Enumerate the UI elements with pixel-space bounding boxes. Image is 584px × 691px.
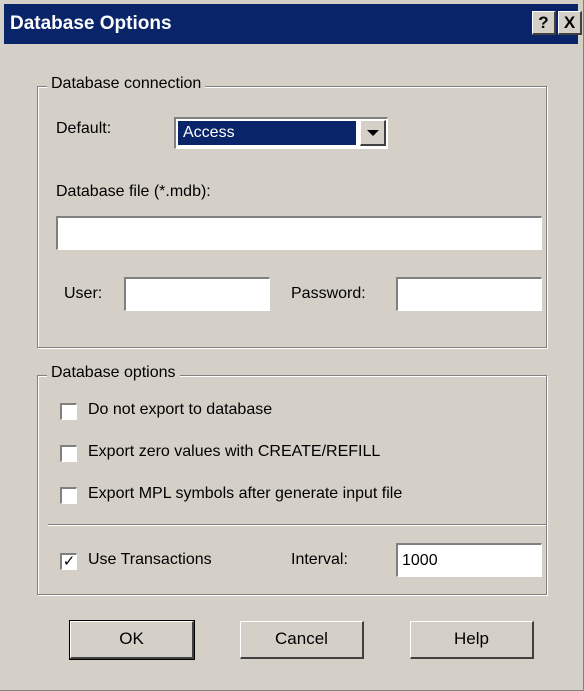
no-export-checkbox[interactable]: [60, 403, 77, 420]
use-transactions-checkbox[interactable]: ✓: [60, 553, 77, 570]
dropdown-button[interactable]: [360, 120, 386, 146]
options-separator: [48, 524, 546, 526]
interval-label: Interval:: [291, 551, 348, 568]
close-icon: X: [563, 13, 576, 32]
default-database-select[interactable]: Access: [174, 117, 388, 149]
mpl-symbols-label[interactable]: Export MPL symbols after generate input …: [88, 485, 402, 503]
zero-values-checkbox[interactable]: [60, 445, 77, 462]
title-bar[interactable]: Database Options ? X: [4, 4, 582, 44]
user-input[interactable]: [124, 277, 270, 311]
no-export-label[interactable]: Do not export to database: [88, 401, 272, 419]
database-options-dialog: Database Options ? X Database connection…: [0, 0, 584, 691]
database-file-input[interactable]: [56, 216, 542, 250]
mpl-symbols-checkbox[interactable]: [60, 487, 77, 504]
zero-values-label[interactable]: Export zero values with CREATE/REFILL: [88, 443, 380, 461]
password-label: Password:: [291, 285, 366, 302]
password-input[interactable]: [396, 277, 542, 311]
checkmark-icon: ✓: [62, 553, 76, 570]
interval-input[interactable]: [396, 543, 542, 577]
ok-button[interactable]: OK: [69, 620, 195, 660]
default-label: Default:: [56, 120, 112, 137]
database-options-legend: Database options: [47, 364, 180, 382]
database-connection-legend: Database connection: [47, 75, 206, 93]
cancel-button[interactable]: Cancel: [240, 621, 364, 659]
use-transactions-label[interactable]: Use Transactions: [88, 551, 212, 569]
question-mark-icon: ?: [538, 13, 549, 32]
chevron-down-icon: [367, 130, 379, 136]
help-button[interactable]: Help: [410, 621, 534, 659]
user-label: User:: [64, 285, 103, 302]
help-title-button[interactable]: ?: [532, 11, 556, 35]
default-database-value: Access: [178, 121, 356, 145]
database-file-label: Database file (*.mdb):: [56, 183, 211, 200]
close-title-button[interactable]: X: [558, 11, 582, 35]
window-title: Database Options: [10, 13, 172, 34]
